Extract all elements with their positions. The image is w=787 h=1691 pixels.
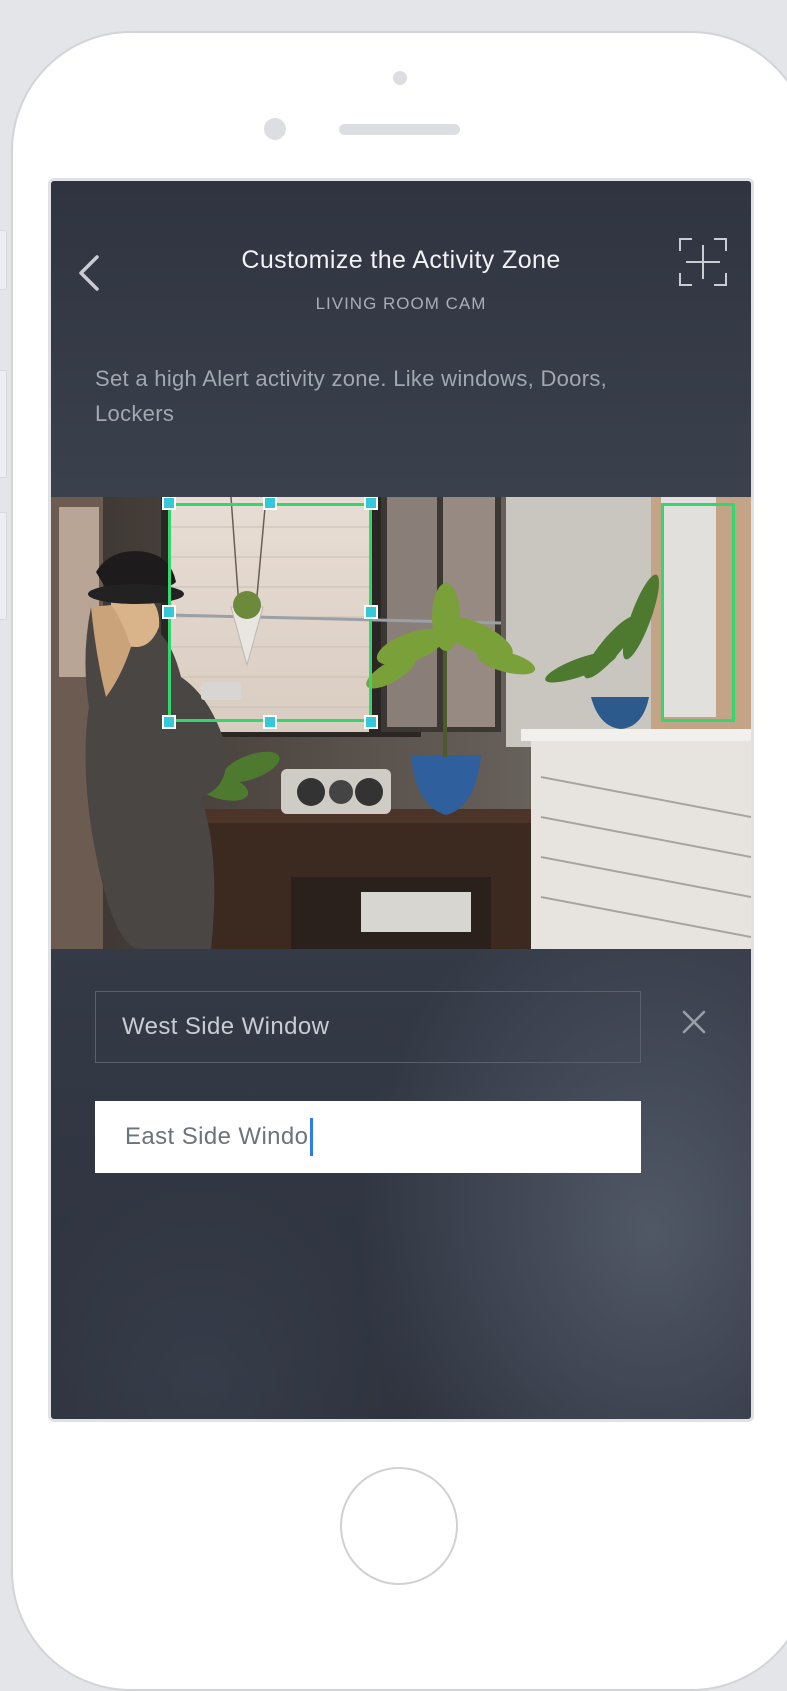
instruction-text: Set a high Alert activity zone. Like win… [95,366,608,426]
activity-zone-west[interactable] [168,503,372,722]
volume-down-button [0,512,7,620]
focus-add-icon[interactable] [678,237,728,287]
zone-resize-handle[interactable] [263,497,277,510]
living-room-image [51,497,751,949]
text-cursor [310,1118,314,1156]
camera-snapshot [51,497,751,949]
front-camera [264,118,286,140]
earpiece-speaker [339,124,460,135]
zone-resize-handle[interactable] [162,605,176,619]
volume-up-button [0,370,7,478]
activity-zone-east[interactable] [661,503,735,722]
zone-resize-handle[interactable] [162,715,176,729]
mute-switch [0,230,7,290]
zone-name-field-east[interactable]: East Side Windo [95,1101,641,1173]
app-screen: Customize the Activity Zone LIVING ROOM … [48,178,754,1422]
zone-name-value: West Side Window [122,1013,330,1040]
zone-resize-handle[interactable] [364,497,378,510]
camera-name: LIVING ROOM CAM [315,294,487,313]
zone-resize-handle[interactable] [263,715,277,729]
zone-resize-handle[interactable] [162,497,176,510]
zone-resize-handle[interactable] [364,605,378,619]
home-button[interactable] [340,1467,458,1585]
zone-name-value: East Side Windo [125,1123,309,1150]
zone-name-field-west[interactable]: West Side Window [95,991,641,1063]
proximity-sensor [393,71,407,85]
zone-resize-handle[interactable] [364,715,378,729]
page-title: Customize the Activity Zone [241,246,561,274]
close-icon[interactable] [679,1007,709,1037]
